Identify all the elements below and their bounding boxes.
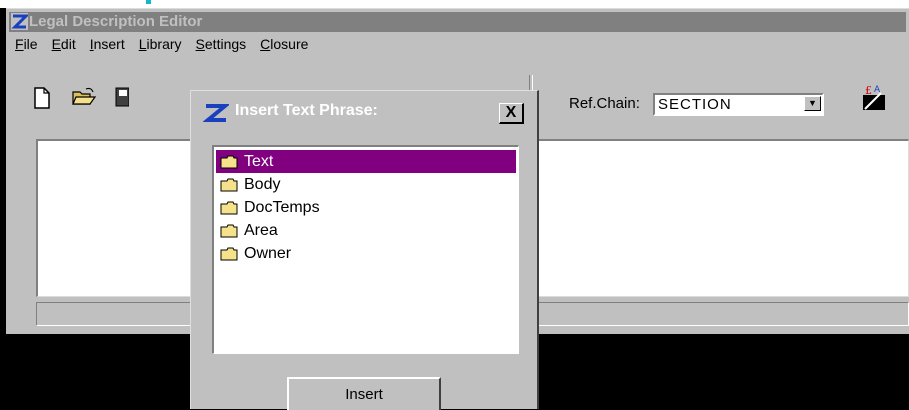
app-title: Legal Description Editor xyxy=(29,13,203,30)
save-icon[interactable] xyxy=(115,87,129,107)
list-item-label: DocTemps xyxy=(244,198,320,216)
insert-text-phrase-dialog: Insert Text Phrase: X Text Body DocTemps… xyxy=(190,90,539,410)
dialog-titlebar[interactable]: Insert Text Phrase: X xyxy=(195,95,533,127)
folder-icon xyxy=(220,201,238,214)
list-item-area[interactable]: Area xyxy=(216,219,516,242)
menubar: File Edit Insert Library Settings Closure xyxy=(9,33,316,55)
menu-file[interactable]: File xyxy=(15,33,38,55)
chevron-down-icon[interactable]: ▼ xyxy=(804,96,821,111)
desktop-mark xyxy=(146,0,151,4)
top-desktop-strip xyxy=(0,0,909,8)
svg-text:£: £ xyxy=(865,84,872,97)
app-logo-icon xyxy=(203,104,229,122)
phrase-list[interactable]: Text Body DocTemps Area Owner xyxy=(212,145,519,354)
menu-library[interactable]: Library xyxy=(139,33,182,55)
list-item-label: Owner xyxy=(244,244,292,262)
menu-edit[interactable]: Edit xyxy=(52,33,76,55)
folder-icon xyxy=(220,155,238,168)
folder-icon xyxy=(220,224,238,237)
open-folder-icon[interactable] xyxy=(72,87,96,107)
list-item-label: Body xyxy=(244,175,281,193)
menu-settings[interactable]: Settings xyxy=(196,33,247,55)
dialog-title: Insert Text Phrase: xyxy=(235,102,378,119)
refchain-label: Ref.Chain: xyxy=(569,95,640,112)
menu-closure[interactable]: Closure xyxy=(260,33,308,55)
list-item-doctemps[interactable]: DocTemps xyxy=(216,196,516,219)
list-item-text[interactable]: Text xyxy=(216,150,516,173)
insert-phrase-icon[interactable]: £ A xyxy=(861,83,887,111)
list-item-label: Text xyxy=(244,152,274,170)
app-logo-icon xyxy=(11,13,28,30)
svg-text:A: A xyxy=(874,85,881,95)
new-document-icon[interactable] xyxy=(32,87,52,109)
folder-icon xyxy=(220,178,238,191)
insert-button[interactable]: Insert xyxy=(287,377,441,410)
folder-icon xyxy=(220,247,238,260)
menu-insert[interactable]: Insert xyxy=(90,33,125,55)
refchain-value: SECTION xyxy=(658,96,732,113)
close-icon: X xyxy=(505,104,517,121)
close-button[interactable]: X xyxy=(499,103,524,124)
list-item-label: Area xyxy=(244,221,278,239)
refchain-select[interactable]: SECTION ▼ xyxy=(653,93,824,116)
list-item-owner[interactable]: Owner xyxy=(216,242,516,265)
main-titlebar[interactable]: Legal Description Editor xyxy=(9,12,906,32)
list-item-body[interactable]: Body xyxy=(216,173,516,196)
